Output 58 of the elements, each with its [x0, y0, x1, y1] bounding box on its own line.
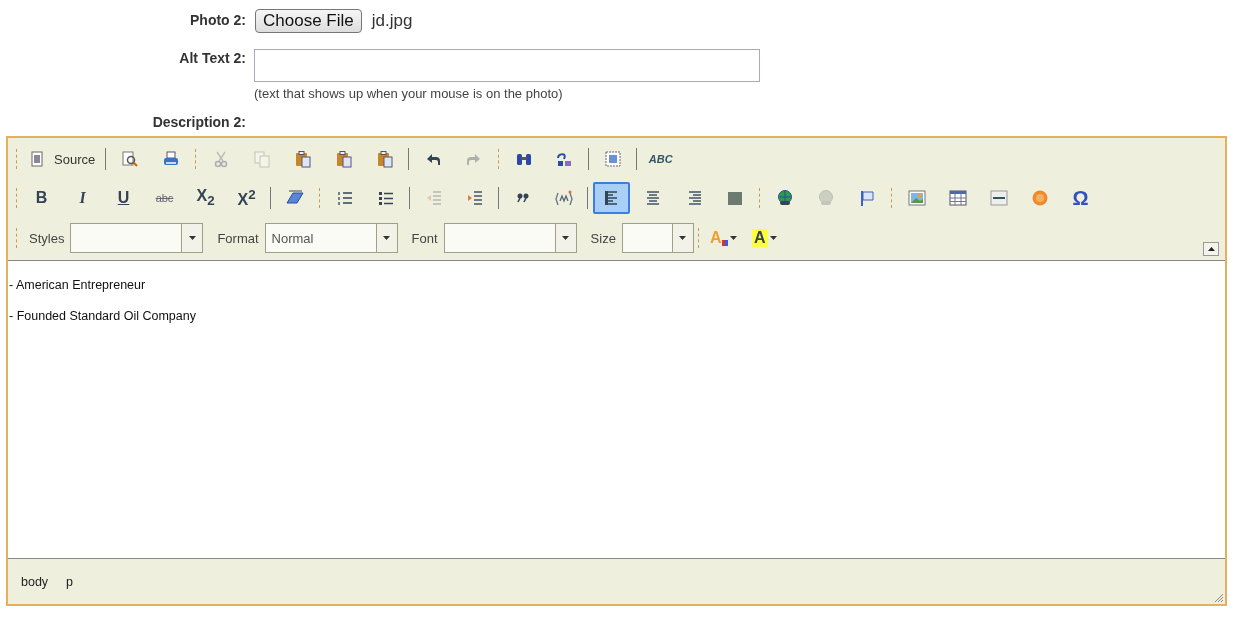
file-name: jd.jpg [371, 11, 413, 31]
dropdown[interactable]: Normal [264, 223, 398, 253]
dropdown[interactable] [621, 223, 694, 253]
page-icon [28, 150, 46, 168]
toolbar-button[interactable]: abc [146, 182, 183, 214]
clipboard-icon [293, 150, 312, 168]
toolbar-button[interactable]: X$_{2}$ [187, 182, 224, 214]
globe-icon [816, 189, 835, 207]
caret-icon [383, 236, 391, 240]
toolbar-button[interactable]: U [105, 182, 142, 214]
choose-file-button[interactable]: Choose File [255, 9, 362, 33]
toolbar-button[interactable]: B [23, 182, 60, 214]
toolbar-button[interactable]: Ω [1062, 182, 1099, 214]
color-dots-icon [721, 240, 728, 246]
toolbar-button[interactable]: I [64, 182, 101, 214]
caret-icon [1207, 247, 1215, 251]
globe-link-icon [775, 189, 794, 207]
numbered-list-icon [335, 189, 354, 207]
page-button[interactable]: Source [23, 143, 101, 175]
eraser-icon [285, 189, 304, 207]
combo-label: Font [411, 230, 438, 246]
collapse-toolbar-button[interactable] [1203, 242, 1219, 256]
resize-handle-icon[interactable] [1212, 591, 1224, 603]
image-icon [907, 189, 926, 207]
field-label: Photo 2: [189, 11, 247, 28]
clipboard-icon [334, 150, 353, 168]
combo-label: Styles [29, 230, 65, 246]
dropdown[interactable] [443, 223, 577, 253]
select-all-icon [603, 150, 622, 168]
toolbar-button[interactable]: X$^{2}$ [228, 182, 265, 214]
alt-text-field[interactable] [254, 49, 760, 82]
combo-label: Size [590, 230, 616, 246]
printer-icon [161, 150, 180, 168]
element-path-link[interactable]: p [66, 574, 74, 589]
hint-text: (text that shows up when your mouse is on the photo) [254, 86, 564, 101]
caret-icon [769, 236, 777, 240]
indent-icon [465, 189, 484, 207]
paragraph: - Founded Standard Oil Company [9, 309, 197, 323]
editing-area[interactable]: - American Entrepreneur - Founded Standard Oil Company [8, 261, 1225, 558]
dropdown[interactable] [70, 223, 204, 253]
toolbar-button[interactable]: A [745, 222, 783, 254]
caret-icon [729, 236, 737, 240]
caret-icon [679, 236, 687, 240]
combo-label: Format [217, 230, 259, 246]
bullet-list-icon [376, 189, 395, 207]
caret-icon [188, 236, 196, 240]
element-path-link[interactable]: body [21, 574, 49, 589]
paragraph: - American Entrepreneur [9, 278, 147, 292]
page-magnifier-icon [120, 150, 139, 168]
caret-icon [562, 236, 570, 240]
clipboard-icon [375, 150, 394, 168]
table-icon [948, 189, 967, 207]
field-label: Alt Text 2: [178, 49, 247, 66]
emoticon-icon [1030, 189, 1049, 207]
toolbar-button[interactable]: ABC [642, 143, 680, 175]
align-left-button[interactable] [593, 182, 630, 214]
pages-icon [252, 150, 271, 168]
field-label: Description 2: [151, 114, 247, 130]
